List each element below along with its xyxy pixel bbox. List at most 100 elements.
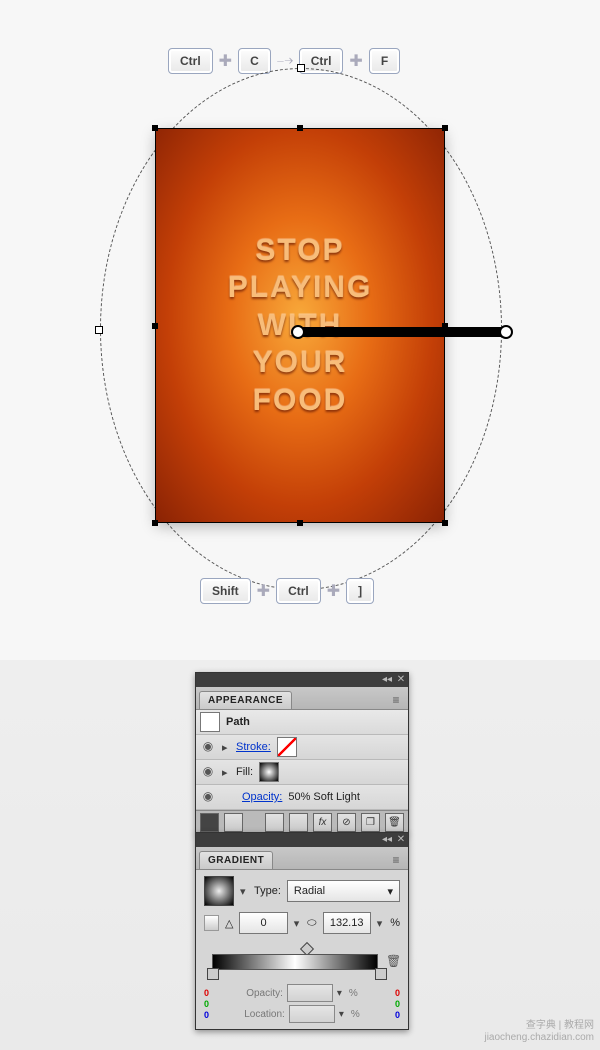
plus-icon: ✚ <box>257 581 270 601</box>
panel-menu-icon[interactable]: ≡ <box>384 851 408 869</box>
field-caret-icon[interactable]: ▾ <box>377 917 384 930</box>
key-ctrl[interactable]: Ctrl <box>276 578 321 604</box>
shortcut-row-bottom: Shift ✚ Ctrl ✚ ] <box>200 578 374 604</box>
appearance-opacity-row[interactable]: ◉ Opacity: 50% Soft Light <box>196 785 408 810</box>
key-c[interactable]: C <box>238 48 271 74</box>
artboard-stage: Ctrl ✚ C ⤍ Ctrl ✚ F STOP PLAYING WITH YO… <box>0 0 600 660</box>
resize-handle[interactable] <box>152 520 158 526</box>
resize-handle[interactable] <box>442 520 448 526</box>
disclosure-tri-icon[interactable]: ▸ <box>222 741 230 754</box>
panel-titlebar[interactable]: ◂◂ ✕ <box>196 833 408 847</box>
key-f[interactable]: F <box>369 48 400 74</box>
appearance-fill-row[interactable]: ◉ ▸ Fill: <box>196 760 408 785</box>
gradient-slider[interactable]: 🗑 <box>204 940 400 982</box>
gradient-type-label: Type: <box>254 885 281 897</box>
visibility-icon[interactable]: ◉ <box>200 739 216 755</box>
close-icon[interactable]: ✕ <box>394 673 408 687</box>
anchor-point[interactable] <box>297 64 305 72</box>
field-caret-icon[interactable]: ▾ <box>339 1009 347 1020</box>
new-art-basic-icon[interactable] <box>200 813 219 832</box>
gradient-aspect-field[interactable]: 132.13 <box>323 912 371 934</box>
duplicate-item-icon[interactable]: ❐ <box>361 813 380 832</box>
rgb-g: 0 <box>395 999 400 1009</box>
resize-handle[interactable] <box>442 125 448 131</box>
panel-titlebar[interactable]: ◂◂ ✕ <box>196 673 408 687</box>
add-stroke-icon[interactable] <box>265 813 284 832</box>
panel-tabstrip: GRADIENT ≡ <box>196 847 408 870</box>
plus-icon: ✚ <box>327 581 340 601</box>
rgb-b: 0 <box>204 1010 209 1020</box>
appearance-stroke-row[interactable]: ◉ ▸ Stroke: <box>196 735 408 760</box>
visibility-icon[interactable]: ◉ <box>200 789 216 805</box>
gradient-angle-field[interactable]: 0 <box>239 912 287 934</box>
reverse-gradient-icon[interactable] <box>204 915 219 931</box>
appearance-target-label: Path <box>226 716 250 728</box>
resize-handle[interactable] <box>152 125 158 131</box>
delete-stop-icon[interactable]: 🗑 <box>386 954 400 968</box>
unit-percent: % <box>349 988 358 999</box>
resize-handle[interactable] <box>152 323 158 329</box>
add-fill-icon[interactable] <box>289 813 308 832</box>
dropdown-caret-icon: ▾ <box>387 885 393 898</box>
tab-gradient[interactable]: GRADIENT <box>199 851 273 869</box>
field-caret-icon[interactable]: ▾ <box>294 917 301 930</box>
fill-swatch-radial[interactable] <box>259 762 279 782</box>
rgb-r: 0 <box>204 988 209 998</box>
close-icon[interactable]: ✕ <box>394 833 408 847</box>
watermark-line: 查字典 | 教程网 <box>484 1020 594 1032</box>
gradient-thumbnail[interactable] <box>204 876 234 906</box>
stroke-label[interactable]: Stroke: <box>236 741 271 753</box>
gradient-track[interactable] <box>212 954 378 970</box>
gradient-stop-right[interactable] <box>376 968 386 980</box>
rgb-b: 0 <box>395 1010 400 1020</box>
stop-opacity-label: Opacity: <box>246 988 283 999</box>
angle-icon: △ <box>225 917 233 930</box>
key-ctrl[interactable]: Ctrl <box>168 48 213 74</box>
stop-left-rgb: 0 0 0 <box>204 988 209 1020</box>
appearance-panel: ◂◂ ✕ APPEARANCE ≡ Path ◉ ▸ Stroke: ◉ ▸ F… <box>195 672 409 834</box>
key-shift[interactable]: Shift <box>200 578 251 604</box>
new-art-clear-icon[interactable] <box>224 813 243 832</box>
add-effect-icon[interactable]: fx <box>313 813 332 832</box>
gradient-panel: ◂◂ ✕ GRADIENT ≡ ▾ Type: Radial ▾ △ 0 <box>195 832 409 1030</box>
gradient-type-dropdown[interactable]: Radial ▾ <box>287 880 400 902</box>
panel-menu-icon[interactable]: ≡ <box>384 691 408 709</box>
fill-label: Fill: <box>236 766 253 778</box>
stop-location-label: Location: <box>244 1009 285 1020</box>
anchor-point[interactable] <box>95 326 103 334</box>
appearance-target-row[interactable]: Path <box>196 710 408 735</box>
key-bracket[interactable]: ] <box>346 578 374 604</box>
clear-appearance-icon[interactable]: ⊘ <box>337 813 356 832</box>
then-arrow-icon: ⤍ <box>277 52 293 70</box>
collapse-icon[interactable]: ◂◂ <box>380 833 394 847</box>
gradient-annotator[interactable] <box>296 327 508 337</box>
resize-handle[interactable] <box>297 520 303 526</box>
collapse-icon[interactable]: ◂◂ <box>380 673 394 687</box>
plus-icon: ✚ <box>349 51 362 71</box>
gradient-stop-left[interactable] <box>208 968 218 980</box>
opacity-label[interactable]: Opacity: <box>242 791 282 803</box>
visibility-icon[interactable]: ◉ <box>200 764 216 780</box>
field-caret-icon[interactable]: ▾ <box>337 988 345 999</box>
stroke-swatch-none[interactable] <box>277 737 297 757</box>
rgb-g: 0 <box>204 999 209 1009</box>
plus-icon: ✚ <box>219 51 232 71</box>
delete-item-icon[interactable]: 🗑 <box>385 813 404 832</box>
stop-right-rgb: 0 0 0 <box>395 988 400 1020</box>
gradient-preset-caret-icon[interactable]: ▾ <box>240 885 248 898</box>
shortcut-row-top: Ctrl ✚ C ⤍ Ctrl ✚ F <box>168 48 400 74</box>
watermark-line: jiaocheng.chazidian.com <box>484 1032 594 1044</box>
gradient-body: ▾ Type: Radial ▾ △ 0 ▾ ⬭ 132.13 ▾ % <box>196 870 408 1029</box>
target-thumb-icon <box>200 712 220 732</box>
tab-appearance[interactable]: APPEARANCE <box>199 691 292 709</box>
stop-opacity-field[interactable] <box>287 984 333 1002</box>
panel-tabstrip: APPEARANCE ≡ <box>196 687 408 710</box>
rgb-r: 0 <box>395 988 400 998</box>
disclosure-tri-icon[interactable]: ▸ <box>222 766 230 779</box>
gradient-type-value: Radial <box>294 885 325 897</box>
aspect-unit: % <box>390 917 400 929</box>
stop-location-field[interactable] <box>289 1005 335 1023</box>
resize-handle[interactable] <box>297 125 303 131</box>
aspect-ratio-icon: ⬭ <box>307 917 316 930</box>
key-ctrl-2[interactable]: Ctrl <box>299 48 344 74</box>
